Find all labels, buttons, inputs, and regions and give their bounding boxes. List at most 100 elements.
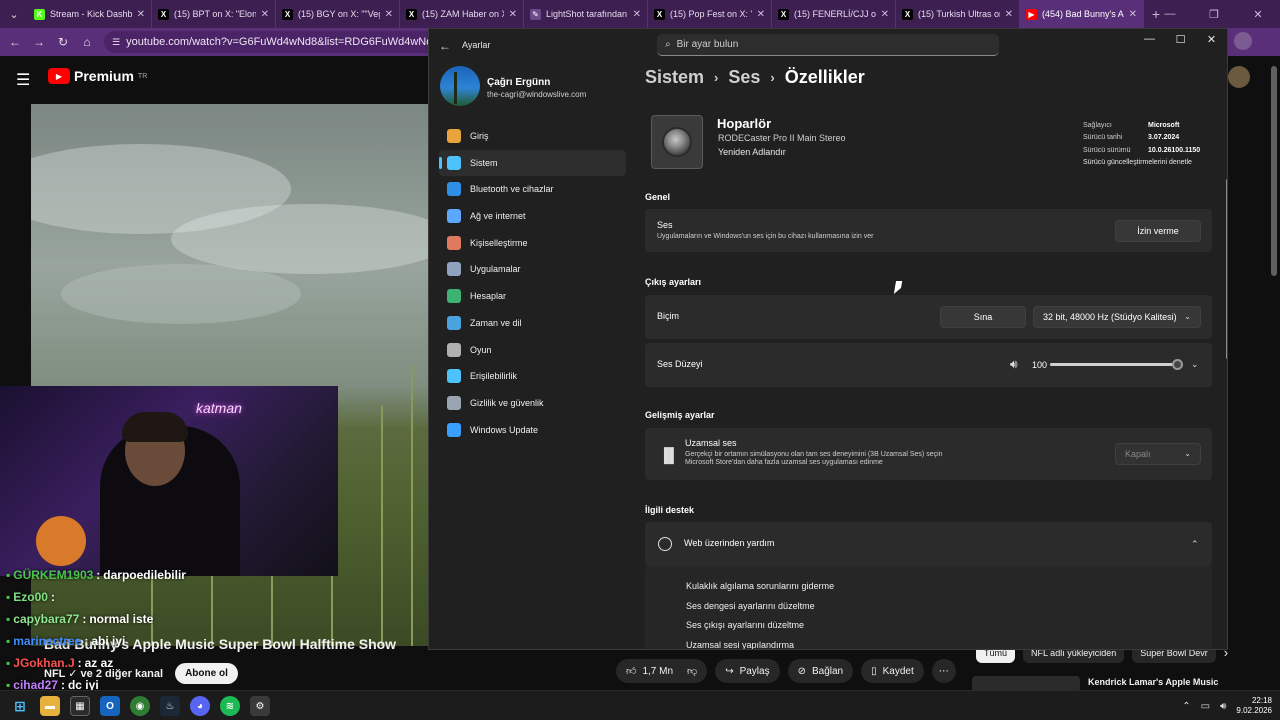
sidebar-item[interactable]: Zaman ve dil <box>439 310 626 336</box>
chevron-up-icon[interactable]: ⌃ <box>1191 539 1199 550</box>
back-icon[interactable]: ← <box>4 31 26 53</box>
home-icon[interactable]: ⌂ <box>76 31 98 53</box>
chat-username: marinectree <box>13 634 82 648</box>
rename-link[interactable]: Yeniden Adlandır <box>718 147 786 157</box>
sidebar-item[interactable]: Gizlilik ve güvenlik <box>439 390 626 416</box>
settings-maximize-icon[interactable]: ☐ <box>1165 29 1196 49</box>
settings-side-nav: Giriş Sistem Bluetooth ve cihazlar Ağ ve in… <box>439 123 626 443</box>
breadcrumb: Sistem › Ses › Özellikler <box>645 67 865 88</box>
steam-icon[interactable]: ♨ <box>160 696 180 716</box>
help-link[interactable]: Ses dengesi ayarlarını düzeltme <box>686 601 834 621</box>
youtube-account-avatar[interactable] <box>1228 66 1250 88</box>
chrome-icon[interactable]: ◉ <box>130 696 150 716</box>
tray-overflow-chevron-icon[interactable]: ⌃ <box>1182 701 1190 712</box>
connect-button[interactable]: ⊘ Bağlan <box>787 659 854 683</box>
tab-close-icon[interactable]: ✕ <box>633 9 641 20</box>
settings-scrollbar[interactable] <box>1226 109 1227 579</box>
share-button[interactable]: ↪ Paylaş <box>715 659 780 683</box>
streamer-hair <box>122 412 188 442</box>
tab-close-icon[interactable]: ✕ <box>1005 9 1013 20</box>
deny-button[interactable]: İzin verme <box>1115 220 1201 242</box>
user-avatar[interactable] <box>440 66 480 106</box>
browser-tab[interactable]: K Stream - Kick Dashboar ✕ <box>28 0 152 28</box>
web-help-card[interactable]: Web üzerinden yardım <box>645 522 1212 566</box>
tab-menu-icon[interactable]: ⌄ <box>0 0 28 28</box>
help-link[interactable]: Kulaklık algılama sorunlarını giderme <box>686 581 834 601</box>
sidebar-item[interactable]: Sistem <box>439 149 626 176</box>
sidebar-item[interactable]: Ağ ve internet <box>439 203 626 229</box>
home-icon <box>447 129 461 143</box>
browser-tab[interactable]: X (15) ZAM Haber on X: ✕ <box>400 0 524 28</box>
breadcrumb-properties: Özellikler <box>784 67 865 87</box>
volume-expand-chevron-icon[interactable]: ⌄ <box>1191 359 1199 370</box>
browser-tab[interactable]: X (15) Pop Fest on X: "T ✕ <box>648 0 772 28</box>
spotify-icon[interactable]: ≋ <box>220 696 240 716</box>
test-button[interactable]: Sına <box>940 306 1026 328</box>
breadcrumb-sound[interactable]: Ses <box>728 67 760 88</box>
tab-close-icon[interactable]: ✕ <box>509 9 517 20</box>
start-windows-icon[interactable]: ⊞ <box>10 696 30 716</box>
tab-close-icon[interactable]: ✕ <box>757 9 765 20</box>
outlook-icon[interactable]: O <box>100 696 120 716</box>
hamburger-menu-icon[interactable]: ☰ <box>16 70 30 90</box>
format-dropdown[interactable]: 32 bit, 48000 Hz (Stüdyo Kalitesi) ⌄ <box>1033 306 1201 328</box>
speaker-volume-icon[interactable]: 🔊︎ <box>1010 357 1018 372</box>
user-name: Çağrı Ergünn <box>487 77 551 88</box>
sidebar-item[interactable]: Erişilebilirlik <box>439 363 626 389</box>
save-label: Kaydet <box>882 665 914 677</box>
forward-icon[interactable]: → <box>28 31 50 53</box>
shield-icon <box>447 395 461 410</box>
recommended-title[interactable]: Kendrick Lamar's Apple Music <box>1088 677 1218 687</box>
volume-slider-thumb[interactable] <box>1172 359 1183 370</box>
sidebar-item[interactable]: Giriş <box>439 123 626 149</box>
tab-close-icon[interactable]: ✕ <box>261 9 269 20</box>
browser-tab[interactable]: X (15) FENERLİ/CJJ on X ✕ <box>772 0 896 28</box>
sidebar-item[interactable]: Kişiselleştirme <box>439 230 626 256</box>
sidebar-item[interactable]: Hesaplar <box>439 283 626 309</box>
site-info-icon[interactable]: ☰ <box>112 37 120 48</box>
help-link[interactable]: Uzamsal sesi yapılandırma <box>686 640 834 650</box>
back-arrow-icon[interactable]: ← <box>439 39 451 53</box>
speaker-tray-icon[interactable]: 🔊︎ <box>1220 701 1226 712</box>
sidebar-item[interactable]: Windows Update <box>439 417 626 443</box>
browser-tab[interactable]: ▶ (454) Bad Bunny's Ap ✕ <box>1020 0 1144 28</box>
close-icon[interactable]: ✕ <box>1236 0 1280 28</box>
file-explorer-icon[interactable]: ▬ <box>40 696 60 716</box>
settings-search-input[interactable]: ⌕ Bir ayar bulun <box>657 34 999 56</box>
tab-close-icon[interactable]: ✕ <box>881 9 889 20</box>
tab-close-icon[interactable]: ✕ <box>385 9 393 20</box>
save-button[interactable]: ▯ Kaydet <box>861 659 924 683</box>
youtube-logo[interactable]: ▶ Premium TR <box>48 68 147 84</box>
settings-close-icon[interactable]: ✕ <box>1196 29 1227 49</box>
tab-close-icon[interactable]: ✕ <box>1129 9 1137 20</box>
spatial-sound-dropdown[interactable]: Kapalı ⌄ <box>1115 443 1201 465</box>
browser-profile-avatar[interactable] <box>1234 32 1252 50</box>
volume-slider[interactable] <box>1050 359 1183 370</box>
browser-tab[interactable]: X (15) BGY on X: ""Vegi ✕ <box>276 0 400 28</box>
browser-tab[interactable]: X (15) BPT on X: "Elon M ✕ <box>152 0 276 28</box>
help-link[interactable]: Ses çıkışı ayarlarını düzeltme <box>686 620 834 640</box>
browser-tab[interactable]: X (15) Turkish Ultras on ✕ <box>896 0 1020 28</box>
discord-icon[interactable]: ◕ <box>190 696 210 716</box>
reload-icon[interactable]: ↻ <box>52 31 74 53</box>
maximize-icon[interactable]: ❐ <box>1192 0 1236 28</box>
browser-tab[interactable]: ✎ LightShot tarafından ✕ <box>524 0 648 28</box>
tab-close-icon[interactable]: ✕ <box>137 9 145 20</box>
store-icon[interactable]: ▦ <box>70 696 90 716</box>
network-icon[interactable]: ▭ <box>1201 701 1210 712</box>
breadcrumb-system[interactable]: Sistem <box>645 67 704 88</box>
settings-gear-icon[interactable]: ⚙ <box>250 696 270 716</box>
clock[interactable]: 22:18 9.02.2026 <box>1236 696 1272 716</box>
like-button[interactable]: 👍︎ 1,7 Mn 👎︎ <box>616 659 708 683</box>
sidebar-item[interactable]: Bluetooth ve cihazlar <box>439 176 626 202</box>
sidebar-item[interactable]: Uygulamalar <box>439 256 626 282</box>
dislike-icon[interactable]: 👎︎ <box>687 665 697 677</box>
page-scrollbar[interactable] <box>1270 60 1278 630</box>
more-actions-button[interactable]: ⋯ <box>931 659 956 683</box>
clock-time: 22:18 <box>1251 696 1272 705</box>
chat-message: ▪ Ezo00 : <box>6 588 426 606</box>
driver-update-link[interactable]: Sürücü güncelleştirmelerini denetle <box>1083 157 1200 170</box>
sidebar-item[interactable]: Oyun <box>439 337 626 363</box>
settings-minimize-icon[interactable]: — <box>1134 29 1165 49</box>
minimize-icon[interactable]: — <box>1148 0 1192 28</box>
